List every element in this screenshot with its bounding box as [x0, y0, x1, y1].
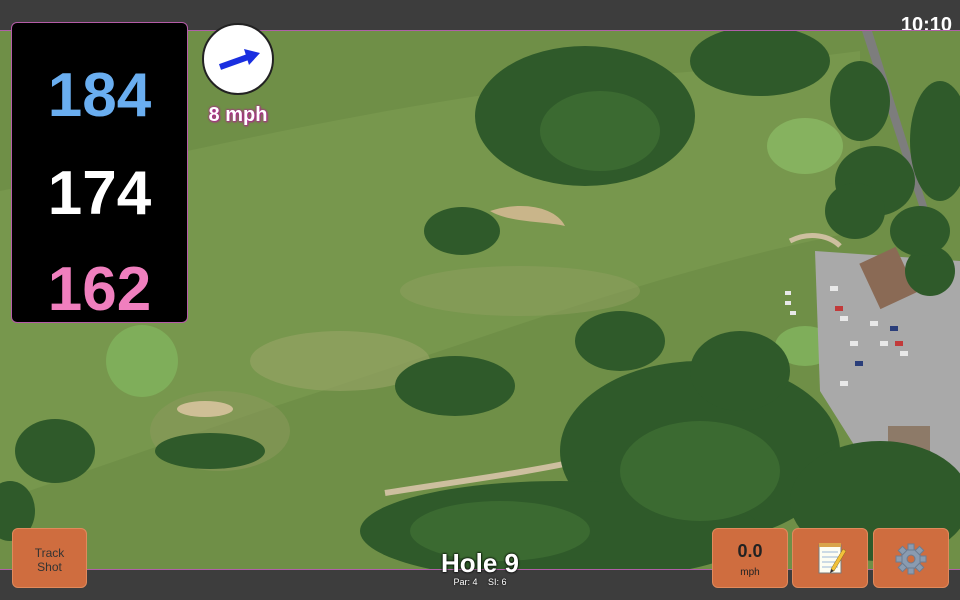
- speed-unit: mph: [740, 567, 760, 578]
- middle-yardage: 174: [47, 159, 152, 228]
- gear-icon: [895, 543, 927, 575]
- wind-arrow-icon: [218, 49, 260, 70]
- wind-speed: 8 mph: [208, 104, 268, 126]
- track-shot-label-line2: Shot: [37, 560, 62, 574]
- speed-value: 0.0: [737, 541, 763, 561]
- yardage-panel: 184 174 162: [11, 22, 188, 323]
- track-shot-label-line1: Track: [34, 546, 65, 560]
- notepad-icon: [818, 543, 847, 574]
- hole-info: Par: 4 SI: 6: [380, 577, 580, 587]
- settings-button[interactable]: [873, 528, 949, 588]
- wind-indicator: [202, 23, 274, 95]
- hole-title: Hole 9: [440, 548, 520, 578]
- speed-button[interactable]: 0.0 mph: [712, 528, 788, 588]
- notes-button[interactable]: [792, 528, 868, 588]
- back-yardage: 184: [47, 61, 152, 130]
- front-yardage: 162: [47, 255, 152, 324]
- hole-stroke-index: SI: 6: [488, 577, 507, 587]
- track-shot-button[interactable]: Track Shot: [12, 528, 87, 588]
- hole-par: Par: 4: [453, 577, 478, 587]
